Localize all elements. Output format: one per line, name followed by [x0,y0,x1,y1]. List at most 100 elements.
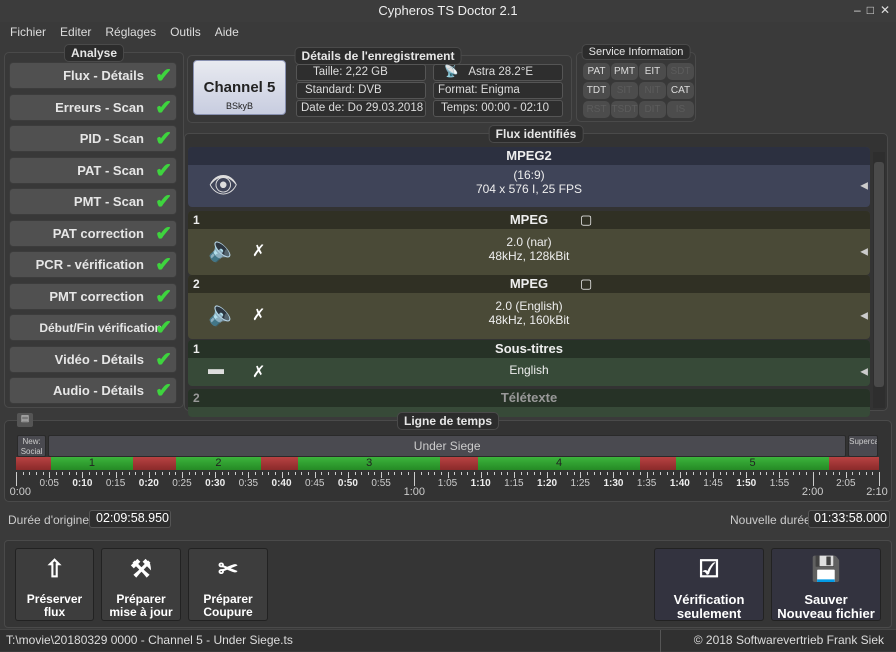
program-block[interactable]: Superca [848,435,878,457]
scrollbar-thumb[interactable] [874,162,884,387]
stream-body: 👁 (16:9) 704 x 576 I, 25 FPS ◀ [188,165,870,207]
analyse-title: Analyse [63,44,125,62]
expand-arrow-icon[interactable]: ◀ [860,311,868,322]
segment-cut[interactable] [640,457,676,470]
timeline-tick-label: 0:00 [9,486,31,498]
timeline-tick [440,472,442,475]
timeline-tick [308,472,310,475]
segment-keep[interactable]: 3 [298,457,441,470]
menu-fichier[interactable]: Fichier [10,22,46,42]
stream-item[interactable]: 1 MPEG ▢ 🔈 ✗ 2.0 (nar) 48kHz, 128kBit ◀ [188,211,870,275]
analyse-button[interactable]: PMT correction ✔ [9,282,177,310]
analyse-button[interactable]: Audio - Détails ✔ [9,377,177,404]
timeline-tick-label: 1:15 [504,478,524,489]
timeline-tick-label: 1:20 [537,478,558,489]
analyse-button-label: PAT - Scan [77,162,144,178]
analyse-button[interactable]: PAT - Scan ✔ [9,156,177,184]
menu-reglages[interactable]: Réglages [105,22,156,42]
verify-only-button[interactable]: ☑ Vérification seulement [654,548,764,621]
stream-item[interactable]: 2 MPEG ▢ 🔈 ✗ 2.0 (English) 48kHz, 160kBit ◀ [188,275,870,339]
timeline-tick [208,472,210,475]
analyse-button[interactable]: PMT - Scan ✔ [9,188,177,215]
stream-line2: 48kHz, 160kBit [488,313,570,327]
stream-item[interactable]: 1 Sous-titres ▬ ✗ English ◀ [188,340,870,386]
stream-item[interactable]: MPEG2 👁 (16:9) 704 x 576 I, 25 FPS ◀ [188,147,870,207]
tools-icon[interactable]: ✗ [252,362,265,382]
segment-keep[interactable]: 4 [478,457,640,470]
analyse-button-label: Vidéo - Détails [54,351,144,367]
timeline-tick [865,472,867,475]
analyse-button[interactable]: Erreurs - Scan ✔ [9,93,177,121]
timeline-tick [825,472,827,475]
analyse-button[interactable]: PID - Scan ✔ [9,125,177,152]
analyse-button[interactable]: Vidéo - Détails ✔ [9,345,177,373]
timeline-tick [228,472,230,475]
analyse-button-label: PCR - vérification [35,257,144,272]
timeline-tick [22,472,24,475]
timeline-tick [507,472,509,475]
menu-outils[interactable]: Outils [170,22,201,42]
new-duration-value: 01:33:58.000 [808,510,890,528]
analyse-button[interactable]: Début/Fin vérification ✔ [9,314,177,341]
label: Nouveau fichier [777,606,875,621]
analyse-button[interactable]: Flux - Détails ✔ [9,62,177,89]
maximize-icon[interactable]: □ [867,3,874,17]
timeline-tick [168,472,170,475]
minimize-icon[interactable]: ‒ [854,3,861,17]
menu-editer[interactable]: Editer [60,22,91,42]
segment-cut[interactable] [829,457,879,470]
expand-arrow-icon[interactable]: ◀ [860,367,868,378]
timeline-tick [235,472,237,475]
analyse-button[interactable]: PAT correction ✔ [9,219,177,247]
prepare-update-button[interactable]: ⚒ Préparer mise à jour [101,548,181,621]
tools-icon[interactable]: ✗ [252,305,265,325]
timeline-tick [354,472,356,475]
timeline-tick [29,472,31,475]
stream-line1: 2.0 (English) [495,299,563,313]
check-icon: ✔ [155,159,172,182]
check-icon: ✔ [155,348,172,371]
timeline-tick [533,472,535,475]
analyse-button[interactable]: PCR - vérification ✔ [9,251,177,278]
stream-number: 1 [193,342,200,356]
streams-scrollbar[interactable] [873,152,885,408]
timeline-tick [294,472,296,475]
segment-cut[interactable] [16,457,52,470]
segment-cut[interactable] [132,457,176,470]
timeline-tick [593,472,595,475]
stream-item[interactable]: 2 Télétexte [188,389,870,417]
timeline-tick [301,472,303,475]
segment-keep[interactable]: 1 [51,457,133,470]
timeline-tick [792,472,794,475]
timeline-tick [274,472,276,475]
preserve-streams-button[interactable]: ⇧ Préserver flux [15,548,94,621]
segment-cut[interactable] [260,457,299,470]
status-bar: T:\movie\20180329 0000 - Channel 5 - Und… [0,629,896,652]
program-block[interactable]: Under Siege [48,435,847,457]
timeline-tick-label: 1:30 [603,478,624,489]
expand-arrow-icon[interactable]: ◀ [860,181,868,192]
segment-keep[interactable]: 5 [675,457,830,470]
expand-arrow-icon[interactable]: ◀ [860,247,868,258]
segment-cut[interactable] [440,457,479,470]
channel-name: Channel 5 [203,79,276,96]
tools-icon[interactable]: ✗ [252,241,265,261]
timeline-tick [719,472,721,475]
prepare-cut-button[interactable]: ✂ Préparer Coupure [188,548,268,621]
save-timeline-icon[interactable]: ▤ [17,413,33,427]
timeline-tick [566,472,568,475]
segment-keep[interactable]: 2 [175,457,261,470]
check-icon: ✔ [155,191,172,213]
tools-film-icon: ⚒ [130,556,152,583]
save-new-file-button[interactable]: 💾 Sauver Nouveau fichier [771,548,881,621]
timeline-tick [487,472,489,475]
timeline-tick [812,472,814,486]
menu-aide[interactable]: Aide [215,22,239,42]
timeline-tick [387,472,389,475]
label: Vérification [673,592,745,607]
si-table-eit: EIT [639,63,666,80]
program-block[interactable]: New: Social [17,435,47,457]
timeline-tick [493,472,495,475]
close-icon[interactable]: ✕ [880,3,890,17]
stream-header: 1 MPEG ▢ [188,211,870,229]
